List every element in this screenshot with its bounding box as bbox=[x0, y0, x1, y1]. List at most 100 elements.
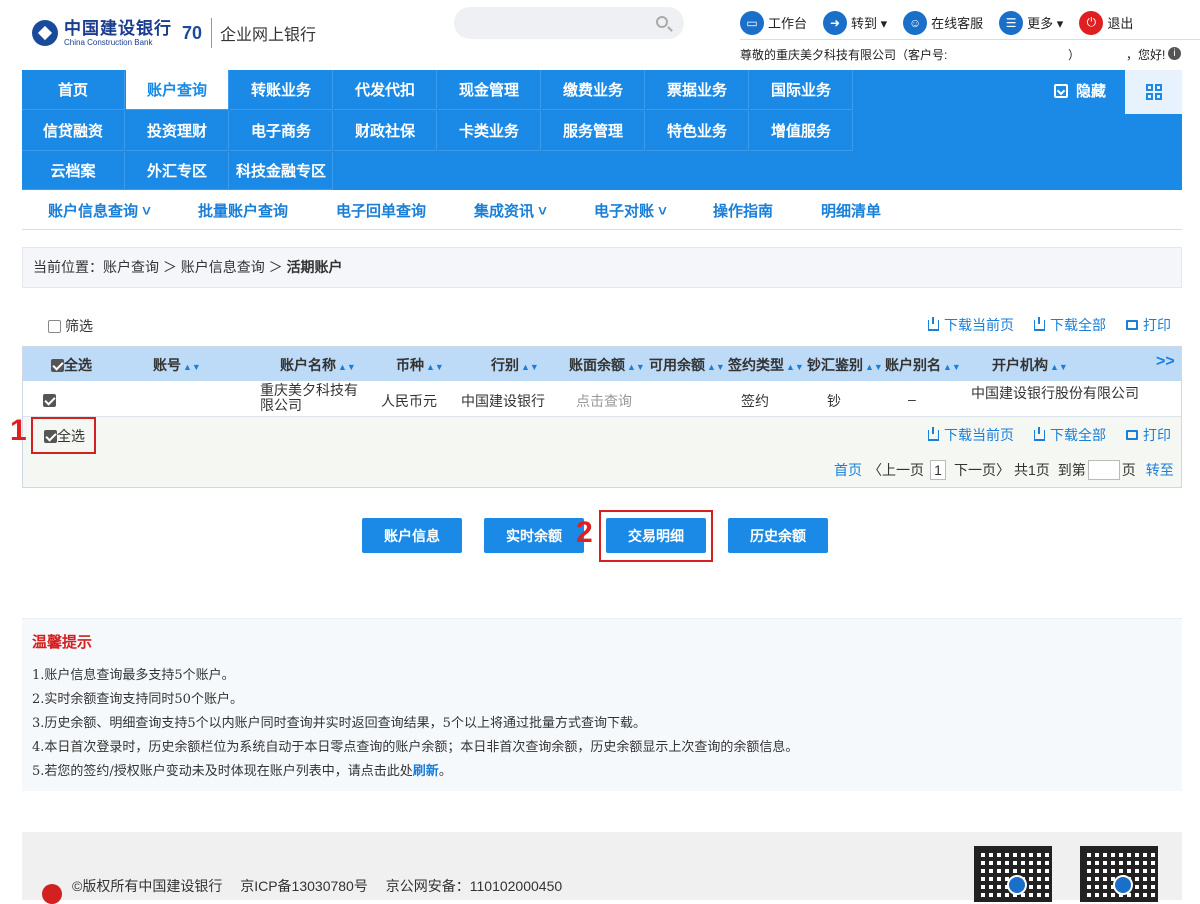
subnav-integrated-info[interactable]: 集成资讯 ˅ bbox=[474, 200, 547, 221]
refresh-link[interactable]: 刷新 bbox=[413, 764, 439, 779]
grid-view-button[interactable] bbox=[1125, 70, 1182, 114]
logout-button[interactable]: ⏻ 退出 bbox=[1079, 10, 1133, 35]
next-page-link[interactable]: 下一页〉 bbox=[954, 460, 1010, 480]
nav-service-management[interactable]: 服务管理 bbox=[542, 111, 645, 151]
goto-page-button[interactable]: 转至 bbox=[1146, 460, 1174, 480]
nav-value-added[interactable]: 增值服务 bbox=[750, 111, 853, 151]
nav-social-security[interactable]: 财政社保 bbox=[334, 111, 437, 151]
nav-transfer[interactable]: 转账业务 bbox=[230, 70, 333, 110]
nav-bills[interactable]: 票据业务 bbox=[646, 70, 749, 110]
nav-home[interactable]: 首页 bbox=[22, 70, 125, 110]
sort-icon: ▲▼ bbox=[943, 362, 961, 372]
col-branch[interactable]: 开户机构 ▲▼ bbox=[992, 355, 1068, 375]
subnav-account-info[interactable]: 账户信息查询 ˅ bbox=[48, 200, 151, 221]
user-icon: ☺ bbox=[903, 10, 928, 35]
table-row[interactable]: 重庆美夕科技有 限公司 人民币元 中国建设银行 点击查询 签约 钞 – 中国建设银… bbox=[23, 381, 1181, 417]
col-sign-type[interactable]: 签约类型 ▲▼ bbox=[728, 355, 804, 375]
col-bank-label: 行别 bbox=[491, 357, 519, 373]
account-info-button[interactable]: 账户信息 bbox=[362, 518, 462, 553]
breadcrumb: 当前位置：账户查询 ＞ 账户信息查询 ＞ 活期账户 bbox=[22, 247, 1182, 288]
col-alias[interactable]: 账户别名 ▲▼ bbox=[885, 355, 961, 375]
sort-icon: ▲▼ bbox=[627, 362, 645, 372]
nav-credit[interactable]: 信贷融资 bbox=[22, 111, 125, 151]
download-page-button[interactable]: 下载当前页 bbox=[928, 425, 1014, 445]
nav-account-query[interactable]: 账户查询 bbox=[126, 70, 229, 110]
prev-page-link[interactable]: 〈上一页 bbox=[868, 460, 924, 480]
police-record-link[interactable]: 京公网安备：110102000450 bbox=[386, 878, 562, 894]
search-input[interactable] bbox=[454, 7, 684, 39]
row-branch: 中国建设银行股份有限公司 bbox=[971, 385, 1139, 401]
nav-cloud-archive[interactable]: 云档案 bbox=[22, 152, 125, 190]
nav-investment[interactable]: 投资理财 bbox=[126, 111, 229, 151]
col-bank[interactable]: 行别 ▲▼ bbox=[491, 355, 539, 375]
page-number-input[interactable] bbox=[1087, 460, 1120, 480]
download-icon bbox=[928, 316, 939, 331]
collapse-icon bbox=[1054, 83, 1068, 98]
grid-icon bbox=[1145, 84, 1162, 100]
col-available[interactable]: 可用余额 ▲▼ bbox=[649, 355, 725, 375]
current-page[interactable]: 1 bbox=[930, 460, 946, 480]
workbench-button[interactable]: ▭ 工作台 bbox=[740, 10, 807, 35]
hide-nav-button[interactable]: 隐藏 bbox=[1054, 80, 1106, 101]
subnav-reconciliation[interactable]: 电子对账 ˅ bbox=[594, 200, 667, 221]
col-account-no[interactable]: 账号 ▲▼ bbox=[153, 355, 201, 375]
more-columns-button[interactable]: >> bbox=[1156, 353, 1175, 371]
col-account-name-label: 账户名称 bbox=[280, 357, 336, 373]
row-balance-query-link[interactable]: 点击查询 bbox=[576, 391, 632, 411]
nav-international[interactable]: 国际业务 bbox=[750, 70, 853, 110]
col-account-name[interactable]: 账户名称 ▲▼ bbox=[280, 355, 356, 375]
logo-chinese: 中国建设银行 bbox=[64, 18, 172, 38]
tip-item: 2.实时余额查询支持同时50个账户。 bbox=[32, 692, 243, 707]
online-service-label: 在线客服 bbox=[931, 16, 984, 31]
filter-label: 筛选 bbox=[65, 318, 93, 334]
printer-icon bbox=[1126, 430, 1138, 440]
col-currency[interactable]: 币种 ▲▼ bbox=[396, 355, 444, 375]
print-button[interactable]: 打印 bbox=[1126, 425, 1171, 445]
ccb-logo-icon bbox=[32, 20, 58, 46]
nav-cards[interactable]: 卡类业务 bbox=[438, 111, 541, 151]
online-service-button[interactable]: ☺ 在线客服 bbox=[903, 10, 984, 35]
filter-checkbox[interactable]: 筛选 bbox=[48, 316, 93, 336]
history-balance-button[interactable]: 历史余额 bbox=[728, 518, 828, 553]
download-page-button[interactable]: 下载当前页 bbox=[928, 315, 1014, 335]
col-cash-type[interactable]: 钞汇鉴别 ▲▼ bbox=[807, 355, 883, 375]
row-account-name-line1: 重庆美夕科技有 bbox=[260, 382, 358, 398]
goto-label: 到第 bbox=[1057, 462, 1086, 478]
nav-tech-finance[interactable]: 科技金融专区 bbox=[230, 152, 333, 190]
subnav-guide[interactable]: 操作指南 bbox=[713, 200, 773, 221]
search-icon[interactable] bbox=[656, 16, 668, 28]
nav-payment[interactable]: 缴费业务 bbox=[542, 70, 645, 110]
nav-ecommerce[interactable]: 电子商务 bbox=[230, 111, 333, 151]
download-icon bbox=[1034, 426, 1045, 441]
print-button[interactable]: 打印 bbox=[1126, 315, 1171, 335]
nav-cash-management[interactable]: 现金管理 bbox=[438, 70, 541, 110]
download-all-label: 下载全部 bbox=[1050, 427, 1106, 443]
row-checkbox[interactable] bbox=[43, 391, 56, 407]
header: 中国建设银行 China Construction Bank 70 企业网上银行… bbox=[0, 0, 1200, 70]
icp-link[interactable]: 京ICP备13030780号 bbox=[240, 878, 368, 894]
subnav-detail-list[interactable]: 明细清单 bbox=[821, 200, 881, 221]
download-all-button[interactable]: 下载全部 bbox=[1034, 315, 1106, 335]
pagination: 首页 〈上一页 1 下一页〉 共1页 到第 页 转至 bbox=[834, 460, 1174, 480]
row-sign-type: 签约 bbox=[741, 393, 769, 409]
goto-button[interactable]: ➜ 转到 ▾ bbox=[823, 10, 887, 35]
ccb-logo[interactable]: 中国建设银行 China Construction Bank 70 企业网上银行 bbox=[32, 18, 316, 48]
download-all-button[interactable]: 下载全部 bbox=[1034, 425, 1106, 445]
select-all-header[interactable]: 全选 bbox=[51, 355, 92, 375]
printer-icon bbox=[1126, 320, 1138, 330]
total-pages: 共1页 bbox=[1014, 462, 1050, 478]
nav-forex[interactable]: 外汇专区 bbox=[126, 152, 229, 190]
subnav-batch-query[interactable]: 批量账户查询 bbox=[198, 200, 288, 221]
tip-item: 1.账户信息查询最多支持5个账户。 bbox=[32, 668, 235, 683]
checkbox-checked-icon bbox=[43, 393, 56, 407]
first-page-link[interactable]: 首页 bbox=[834, 460, 862, 480]
subnav-receipt-query[interactable]: 电子回单查询 bbox=[336, 200, 426, 221]
tip-last-prefix: 5.若您的签约/授权账户变动未及时体现在账户列表中，请点击此处 bbox=[32, 764, 413, 779]
info-icon[interactable]: i bbox=[1168, 47, 1181, 60]
realtime-balance-button[interactable]: 实时余额 bbox=[484, 518, 584, 553]
nav-featured[interactable]: 特色业务 bbox=[646, 111, 749, 151]
col-book-balance[interactable]: 账面余额 ▲▼ bbox=[569, 355, 645, 375]
more-button[interactable]: ☰ 更多 ▾ bbox=[999, 10, 1063, 35]
nav-payroll[interactable]: 代发代扣 bbox=[334, 70, 437, 110]
col-account-no-label: 账号 bbox=[153, 357, 181, 373]
